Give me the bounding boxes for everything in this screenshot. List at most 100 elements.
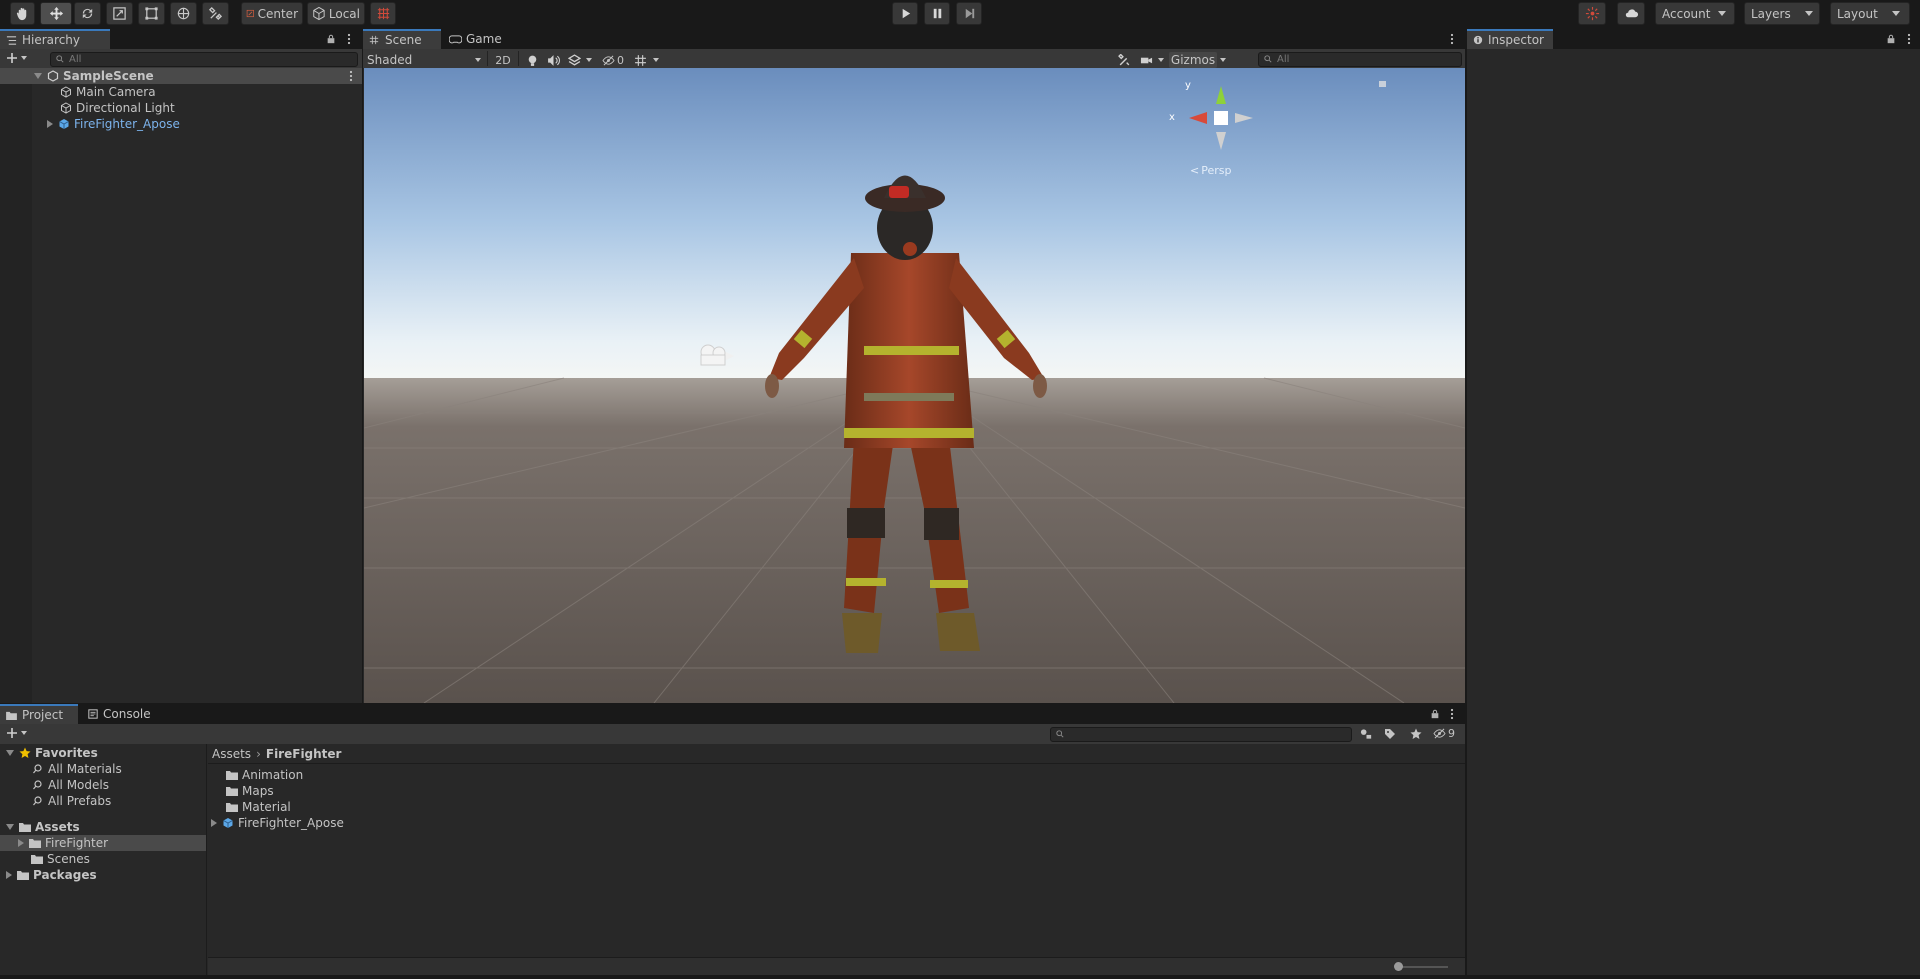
grid-dropdown[interactable] — [651, 52, 661, 68]
expand-arrow-icon[interactable] — [47, 120, 53, 128]
effects-dropdown[interactable] — [584, 52, 594, 68]
expand-arrow-icon[interactable] — [6, 750, 14, 756]
move-tool-button[interactable] — [40, 2, 72, 25]
scene-row[interactable]: SampleScene — [0, 68, 362, 84]
cloud-button[interactable] — [1617, 2, 1645, 25]
favorites-header[interactable]: Favorites — [6, 745, 98, 761]
scene-visibility-toggle[interactable]: 0 — [598, 52, 628, 68]
more-menu-icon[interactable] — [349, 70, 353, 82]
expand-arrow-icon[interactable] — [211, 819, 217, 827]
pause-button[interactable] — [924, 2, 950, 25]
favorite-item[interactable]: All Prefabs — [32, 793, 111, 809]
projection-toggle[interactable]: < Persp — [1190, 164, 1231, 177]
hierarchy-search-input[interactable]: All — [50, 52, 358, 67]
icon-size-slider-thumb[interactable] — [1394, 962, 1403, 971]
assets-header[interactable]: Assets — [6, 819, 80, 835]
lock-icon[interactable] — [1886, 34, 1896, 44]
tab-game-label: Game — [466, 32, 502, 46]
favorites-label: Favorites — [35, 746, 98, 760]
asset-item[interactable]: Maps — [226, 783, 274, 799]
packages-header[interactable]: Packages — [6, 867, 97, 883]
more-menu-icon[interactable] — [1450, 708, 1454, 720]
more-menu-icon[interactable] — [1907, 33, 1911, 45]
grid-snap-button[interactable] — [370, 2, 396, 25]
chevron-down-icon — [1718, 11, 1727, 16]
hidden-packages-toggle[interactable]: 9 — [1433, 727, 1455, 740]
folder-item-firefighter[interactable]: FireFighter — [0, 835, 206, 851]
tab-console[interactable]: Console — [82, 704, 162, 724]
rect-tool-button[interactable] — [138, 2, 165, 25]
more-menu-icon[interactable] — [347, 33, 351, 45]
audio-toggle[interactable] — [544, 52, 562, 68]
create-asset-button[interactable] — [6, 727, 27, 739]
tab-scene[interactable]: Scene — [363, 29, 441, 49]
effects-toggle[interactable] — [565, 52, 583, 68]
scale-tool-button[interactable] — [106, 2, 133, 25]
expand-arrow-icon[interactable] — [6, 871, 12, 879]
star-icon[interactable] — [1410, 728, 1422, 740]
camera-settings-button[interactable] — [1137, 52, 1155, 68]
layout-dropdown[interactable]: Layout — [1830, 2, 1910, 25]
expand-arrow-icon[interactable] — [18, 839, 24, 847]
pivot-space-toggle[interactable]: Local — [307, 2, 365, 25]
project-search-input[interactable] — [1050, 727, 1352, 742]
hand-icon — [16, 7, 27, 21]
search-icon — [1056, 730, 1064, 738]
breadcrumb-item[interactable]: FireFighter — [266, 747, 342, 761]
asset-item[interactable]: Animation — [226, 767, 303, 783]
scene-name: SampleScene — [63, 69, 154, 83]
grid-toggle[interactable] — [631, 52, 649, 68]
step-button[interactable] — [956, 2, 982, 25]
more-menu-icon[interactable] — [1450, 33, 1454, 45]
hierarchy-item[interactable]: Main Camera — [60, 84, 156, 100]
tools-toggle[interactable] — [1115, 52, 1133, 68]
camera-dropdown[interactable] — [1156, 52, 1166, 68]
asset-item[interactable]: Material — [226, 799, 291, 815]
rotate-tool-button[interactable] — [74, 2, 101, 25]
hand-tool-button[interactable] — [10, 2, 35, 25]
lock-icon[interactable] — [1430, 709, 1440, 719]
breadcrumb-item[interactable]: Assets — [212, 747, 251, 761]
account-dropdown[interactable]: Account — [1655, 2, 1735, 25]
play-button[interactable] — [892, 2, 918, 25]
hierarchy-tabbar: Hierarchy — [0, 29, 362, 49]
scene-viewport[interactable]: y x < Persp — [364, 68, 1465, 703]
hierarchy-item[interactable]: Directional Light — [60, 100, 175, 116]
lighting-toggle[interactable] — [523, 52, 541, 68]
inspector-panel: Inspector — [1467, 29, 1920, 979]
pivot-center-toggle[interactable]: Center — [241, 2, 303, 25]
search-by-type-icon[interactable] — [1360, 728, 1373, 740]
gizmos-toggle[interactable]: Gizmos — [1169, 52, 1217, 68]
chevron-down-icon — [1891, 11, 1900, 16]
expand-arrow-icon[interactable] — [34, 73, 42, 79]
collab-button[interactable] — [1578, 2, 1606, 25]
scene-search-input[interactable]: All — [1258, 52, 1462, 67]
asset-item[interactable]: FireFighter_Apose — [211, 815, 344, 831]
favorite-item[interactable]: All Materials — [32, 761, 122, 777]
folder-item-label: FireFighter — [45, 836, 109, 850]
create-button[interactable] — [6, 52, 27, 64]
asset-item-label: FireFighter_Apose — [238, 816, 344, 830]
eye-hidden-icon — [1433, 728, 1446, 739]
project-panel: Project Console 9 Favorites All Material… — [0, 704, 1465, 975]
hierarchy-item[interactable]: FireFighter_Apose — [47, 116, 180, 132]
tab-hierarchy[interactable]: Hierarchy — [0, 29, 110, 49]
folder-icon — [226, 803, 238, 812]
tab-game[interactable]: Game — [443, 29, 513, 49]
favorite-item[interactable]: All Models — [32, 777, 109, 793]
scene-render — [364, 68, 1465, 703]
transform-tool-button[interactable] — [170, 2, 197, 25]
label-tag-icon[interactable] — [1384, 728, 1396, 740]
tab-inspector[interactable]: Inspector — [1467, 29, 1553, 49]
custom-tools-button[interactable] — [202, 2, 229, 25]
layers-dropdown[interactable]: Layers — [1744, 2, 1820, 25]
shading-mode-dropdown[interactable]: Shaded — [367, 52, 485, 68]
icon-size-slider-track[interactable] — [1398, 966, 1448, 968]
lock-icon[interactable] — [326, 34, 336, 44]
expand-arrow-icon[interactable] — [6, 824, 14, 830]
tab-project[interactable]: Project — [0, 704, 78, 724]
toggle-2d-button[interactable]: 2D — [491, 52, 515, 68]
folder-item-scenes[interactable]: Scenes — [31, 851, 90, 867]
hierarchy-item-label: FireFighter_Apose — [74, 117, 180, 131]
gizmos-dropdown[interactable] — [1218, 52, 1228, 68]
